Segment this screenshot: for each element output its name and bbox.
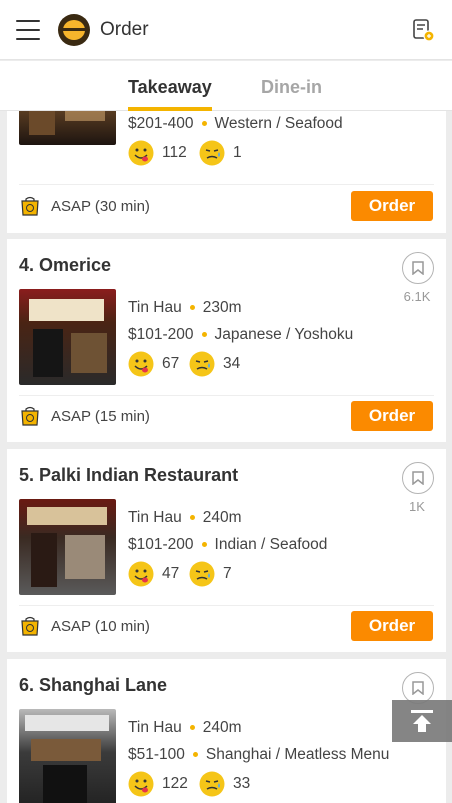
restaurant-photo[interactable] <box>19 709 116 803</box>
menu-icon[interactable] <box>16 19 40 40</box>
card-divider <box>19 395 434 396</box>
bookmark-count: 1K <box>409 499 425 514</box>
restaurant-card[interactable]: 5. Palki Indian Restaurant 1K Tin Hau 240… <box>7 449 446 652</box>
tab-takeaway[interactable]: Takeaway <box>128 77 212 98</box>
restaurant-card[interactable]: 6. Shanghai Lane Tin Hau 240m $51-100 Shan… <box>7 659 446 803</box>
restaurant-photo[interactable] <box>19 289 116 385</box>
price-cuisine: $51-100 Shanghai / Meatless Menu <box>128 746 390 763</box>
takeaway-bag-icon <box>21 196 39 216</box>
bookmark-icon <box>412 261 424 275</box>
smile-icon <box>128 771 154 797</box>
takeaway-bag-icon <box>21 406 39 426</box>
back-to-top-icon <box>411 710 433 732</box>
order-history-icon[interactable] <box>410 17 436 43</box>
restaurant-name[interactable]: 5. Palki Indian Restaurant <box>19 465 238 486</box>
card-divider <box>19 605 434 606</box>
like-count: 112 <box>128 140 187 166</box>
restaurant-card[interactable]: 4. Omerice 6.1K Tin Hau 230m $101-200 Japa… <box>7 239 446 442</box>
app-logo[interactable] <box>58 13 90 46</box>
bookmark-button[interactable] <box>402 462 434 494</box>
back-to-top-button[interactable] <box>392 700 452 742</box>
restaurant-name[interactable]: 6. Shanghai Lane <box>19 675 167 696</box>
location-distance: Tin Hau 230m <box>128 299 242 316</box>
sad-icon <box>189 561 215 587</box>
app-header: Order <box>0 0 452 60</box>
takeaway-time: ASAP (10 min) <box>19 615 150 637</box>
takeaway-time: ASAP (30 min) <box>19 195 150 217</box>
dislike-count: 1 <box>199 140 242 166</box>
smile-icon <box>128 351 154 377</box>
takeaway-bag-icon <box>21 616 39 636</box>
page-title: Order <box>100 18 149 40</box>
takeaway-time: ASAP (15 min) <box>19 405 150 427</box>
price-cuisine: $101-200 Indian / Seafood <box>128 536 328 553</box>
dislike-count: 7 <box>189 561 232 587</box>
order-type-tabs: Takeaway Dine-in <box>0 61 452 111</box>
restaurant-list[interactable]: $201-400 Western / Seafood 112 1 ASAP (30… <box>0 111 452 803</box>
bookmark-icon <box>412 471 424 485</box>
like-count: 122 <box>128 771 188 797</box>
restaurant-photo[interactable] <box>19 111 116 145</box>
active-tab-indicator <box>128 107 212 111</box>
restaurant-photo[interactable] <box>19 499 116 595</box>
smile-icon <box>128 140 154 166</box>
price-cuisine: $101-200 Japanese / Yoshoku <box>128 326 354 343</box>
restaurant-card[interactable]: $201-400 Western / Seafood 112 1 ASAP (30… <box>7 111 446 233</box>
location-distance: Tin Hau 240m <box>128 509 242 526</box>
sad-icon <box>199 771 225 797</box>
bookmark-count: 6.1K <box>403 289 431 304</box>
smile-icon <box>128 561 154 587</box>
tab-dine-in[interactable]: Dine-in <box>261 77 322 98</box>
dislike-count: 34 <box>189 351 240 377</box>
order-button[interactable]: Order <box>351 191 433 221</box>
order-button[interactable]: Order <box>351 611 433 641</box>
sad-icon <box>189 351 215 377</box>
restaurant-name[interactable]: 4. Omerice <box>19 255 111 276</box>
dislike-count: 33 <box>199 771 250 797</box>
order-button[interactable]: Order <box>351 401 433 431</box>
like-count: 67 <box>128 351 179 377</box>
sad-icon <box>199 140 225 166</box>
bookmark-button[interactable] <box>402 252 434 284</box>
card-divider <box>19 184 434 185</box>
like-count: 47 <box>128 561 179 587</box>
location-distance: Tin Hau 240m <box>128 719 242 736</box>
bookmark-icon <box>412 681 424 695</box>
price-cuisine: $201-400 Western / Seafood <box>128 115 343 132</box>
